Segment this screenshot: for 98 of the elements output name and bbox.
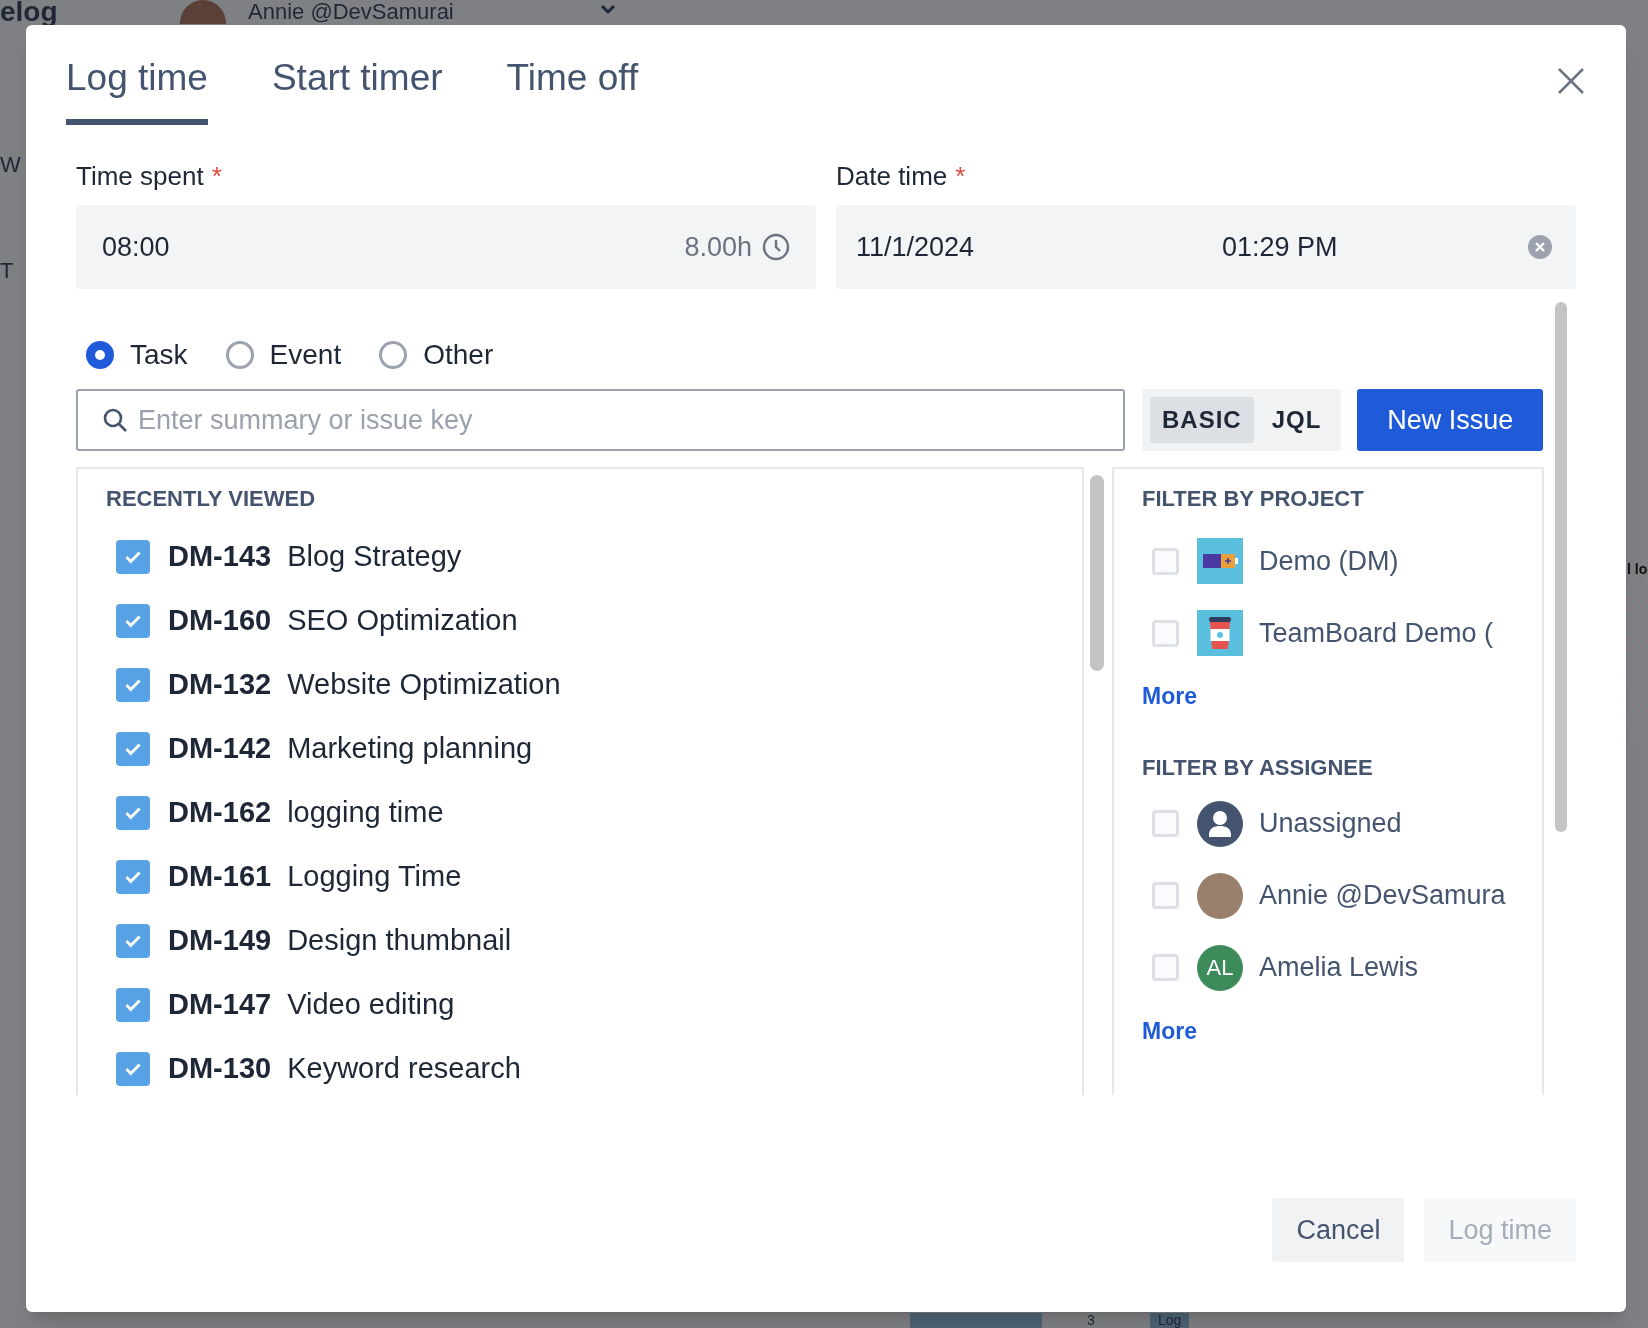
search-input[interactable]: Enter summary or issue key <box>138 399 1123 441</box>
battery-icon <box>1197 538 1243 584</box>
background-text: l lo <box>1627 560 1648 578</box>
search-field[interactable]: Enter summary or issue key <box>76 389 1125 451</box>
issue-summary: logging time <box>287 795 444 831</box>
radio-option[interactable]: Event <box>225 337 342 373</box>
close-icon[interactable] <box>1556 66 1586 96</box>
field-value: 08:00 <box>102 230 171 264</box>
checkbox[interactable] <box>116 604 150 638</box>
issue-summary: Video editing <box>287 987 455 1023</box>
app-title: elog <box>0 0 58 26</box>
filter-label: TeamBoard Demo ( <box>1259 616 1494 650</box>
radio-option[interactable]: Other <box>379 337 494 373</box>
section-heading: RECENTLY VIEWED <box>106 485 317 513</box>
background-text: W <box>0 152 21 178</box>
issue-summary: Logging Time <box>287 859 462 895</box>
issue-row[interactable]: DM-149 Design thumbnail <box>106 909 1082 973</box>
checkbox[interactable] <box>1152 547 1179 575</box>
checkbox[interactable] <box>116 924 150 958</box>
issue-key: DM-130 <box>168 1047 272 1091</box>
issue-summary: Keyword research <box>287 1051 521 1087</box>
issue-summary: SEO Optimization <box>287 603 518 639</box>
issue-row[interactable]: DM-142 Marketing planning <box>106 717 1082 781</box>
tab[interactable]: Time off <box>506 57 639 125</box>
issue-row[interactable]: DM-162 logging time <box>106 781 1082 845</box>
cup-icon <box>1197 610 1243 656</box>
time-value: 01:29 PM <box>1222 230 1339 264</box>
clock-icon <box>762 233 790 261</box>
new-issue-button[interactable]: New Issue <box>1357 389 1544 451</box>
mode-tab[interactable]: JQL <box>1259 397 1334 443</box>
field-label: Date time <box>836 161 948 191</box>
checkbox[interactable] <box>116 796 150 830</box>
user-silhouette-icon <box>1197 800 1243 847</box>
issue-row[interactable]: DM-132 Website Optimization <box>106 653 1082 717</box>
cancel-button[interactable]: Cancel <box>1272 1198 1405 1262</box>
search-icon <box>102 407 128 433</box>
filter-label: Annie @DevSamura <box>1259 879 1506 913</box>
issue-key: DM-149 <box>168 919 272 963</box>
checkbox[interactable] <box>116 732 150 766</box>
radio-option[interactable]: Task <box>86 337 188 373</box>
background-text: T <box>0 258 14 284</box>
issue-summary: Design thumbnail <box>287 923 512 959</box>
issue-row[interactable]: DM-161 Logging Time <box>106 845 1082 909</box>
filter-label: Unassigned <box>1259 807 1402 841</box>
radio-button[interactable] <box>379 341 408 369</box>
checkbox[interactable] <box>1152 954 1179 981</box>
checkbox[interactable] <box>1152 810 1179 837</box>
time-spent-field[interactable]: 08:00 8.00h <box>76 205 816 289</box>
tab[interactable]: Start timer <box>271 57 443 125</box>
filter-label: Demo (DM) <box>1259 544 1399 578</box>
required-asterisk: * <box>211 161 222 191</box>
checkbox[interactable] <box>116 988 150 1022</box>
checkbox[interactable] <box>116 1052 150 1086</box>
issue-key: DM-142 <box>168 727 272 771</box>
checkbox[interactable] <box>1152 619 1179 647</box>
tab[interactable]: Log time <box>66 57 208 125</box>
filter-option[interactable]: Unassigned <box>1142 787 1542 860</box>
issue-row[interactable]: DM-160 SEO Optimization <box>106 589 1082 653</box>
radio-button[interactable] <box>225 341 254 369</box>
issue-summary: Marketing planning <box>287 731 533 767</box>
issue-key: DM-161 <box>168 855 272 899</box>
mode-tab[interactable]: BASIC <box>1150 397 1254 443</box>
date-value: 11/1/2024 <box>856 230 976 264</box>
required-asterisk: * <box>955 161 966 191</box>
more-link[interactable]: More <box>1142 679 1197 714</box>
checkbox[interactable] <box>116 668 150 702</box>
issue-row[interactable]: DM-143 Blog Strategy <box>106 525 1082 589</box>
filter-option[interactable]: AL Amelia Lewis <box>1142 931 1542 1004</box>
issue-row[interactable]: DM-147 Video editing <box>106 973 1082 1037</box>
checkbox[interactable] <box>1152 882 1179 909</box>
issue-key: DM-160 <box>168 599 272 643</box>
issue-key: DM-132 <box>168 663 272 707</box>
radio-button[interactable] <box>86 341 114 369</box>
issue-summary: Blog Strategy <box>287 539 462 575</box>
section-heading: FILTER BY ASSIGNEE <box>1142 753 1374 782</box>
filter-label: Amelia Lewis <box>1259 951 1419 985</box>
checkbox[interactable] <box>116 540 150 574</box>
avatar-placeholder <box>1197 872 1243 919</box>
more-link[interactable]: More <box>1142 1013 1197 1048</box>
filter-option[interactable]: TeamBoard Demo ( <box>1142 597 1542 669</box>
field-label: Time spent <box>76 161 204 191</box>
filter-option[interactable]: Demo (DM) <box>1142 525 1542 597</box>
section-heading: FILTER BY PROJECT <box>1142 485 1365 513</box>
issue-key: DM-162 <box>168 791 272 835</box>
issue-row[interactable]: DM-130 Keyword research <box>106 1037 1082 1095</box>
checkbox[interactable] <box>116 860 150 894</box>
filter-option[interactable]: Annie @DevSamura <box>1142 859 1542 932</box>
issue-summary: Website Optimization <box>287 667 561 703</box>
issue-key: DM-143 <box>168 535 272 579</box>
initials-avatar: AL <box>1197 944 1243 991</box>
date-time-field[interactable]: 11/1/2024 01:29 PM <box>836 205 1576 289</box>
clear-icon <box>1528 235 1552 259</box>
duration-hint: 8.00h <box>684 230 752 264</box>
background-text: 3 <box>1087 1313 1095 1328</box>
background-text: Log <box>1150 1313 1190 1328</box>
issue-key: DM-147 <box>168 983 272 1027</box>
user-name: Annie @DevSamurai <box>248 0 454 24</box>
avatar-placeholder <box>180 0 226 24</box>
